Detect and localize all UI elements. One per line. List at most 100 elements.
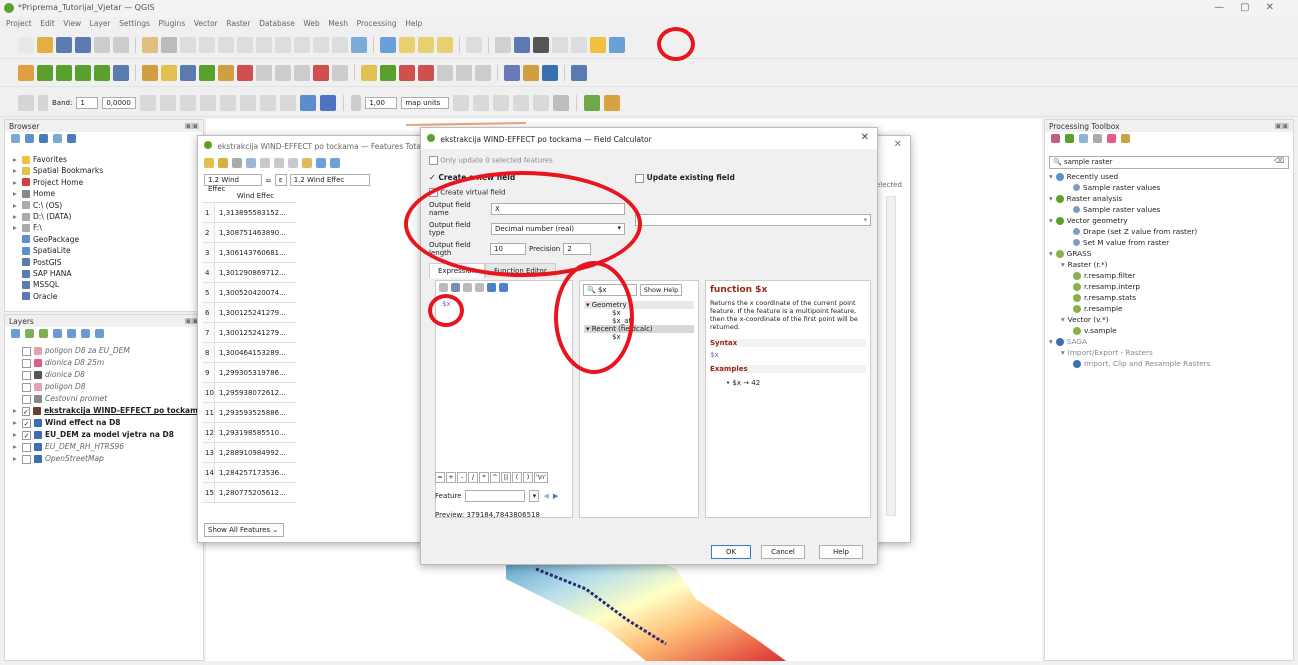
export-icon[interactable] [499, 283, 508, 292]
models-icon[interactable] [1051, 134, 1060, 143]
ruler-icon[interactable] [571, 37, 587, 53]
zoom-full-icon[interactable] [218, 37, 234, 53]
collapse-all-icon[interactable] [81, 329, 90, 338]
cancel-button[interactable]: Cancel [761, 545, 805, 559]
toolbox-item[interactable]: Sample raster values [1049, 182, 1293, 193]
toolbox-search-input[interactable]: 🔍 sample raster ⌫ [1049, 156, 1289, 169]
only-selected-checkbox[interactable] [429, 156, 438, 165]
layer-item[interactable]: poligon D8 [5, 381, 203, 393]
operator-button[interactable]: * [479, 472, 489, 483]
save-project-icon[interactable] [56, 37, 72, 53]
row-value[interactable]: 1,306143760681... [215, 243, 286, 262]
update-existing-checkbox[interactable] [635, 173, 644, 183]
row-value[interactable]: 1,313895583152... [215, 203, 286, 222]
expand-arrow-icon[interactable]: ▸ [13, 405, 19, 416]
expand-arrow-icon[interactable]: ▾ [1061, 259, 1065, 270]
save-as-icon[interactable] [75, 37, 91, 53]
function-search-input[interactable]: 🔍 $x [583, 284, 637, 296]
show-help-button[interactable]: Show Help [640, 284, 682, 296]
expand-all-icon[interactable] [67, 329, 76, 338]
open-project-icon[interactable] [37, 37, 53, 53]
reload-icon[interactable] [246, 158, 256, 168]
table-row[interactable]: 5 1,300520420074... [202, 283, 296, 303]
toolbox-item[interactable]: ▾ Raster analysis [1049, 193, 1293, 204]
show-bookmarks-icon[interactable] [332, 37, 348, 53]
menu-database[interactable]: Database [259, 19, 295, 28]
existing-field-select[interactable]: ▾ [635, 214, 871, 226]
create-new-checkbox[interactable]: ✓ [429, 173, 436, 182]
tab-function-editor[interactable]: Function Editor [485, 263, 556, 278]
expand-arrow-icon[interactable]: ▸ [13, 200, 19, 211]
layer-visibility-checkbox[interactable] [22, 454, 31, 464]
annotation-icon[interactable] [504, 65, 520, 81]
search-tool-icon[interactable] [609, 37, 625, 53]
add-mesh-icon[interactable] [75, 65, 91, 81]
layer-item[interactable]: ▸ ✓ Wind effect na D8 [5, 417, 203, 429]
statistics-icon[interactable] [514, 37, 530, 53]
tree-group-recent[interactable]: ▾ Recent (fieldcalc) [584, 325, 694, 333]
row-value[interactable]: 1,299305319786... [215, 363, 286, 382]
current-edits-icon[interactable] [142, 65, 158, 81]
layer-item[interactable]: ▸ EU_DEM_RH_HTRS96 [5, 441, 203, 453]
select-expression-icon[interactable] [302, 158, 312, 168]
offset-icon[interactable] [240, 95, 257, 111]
table-row[interactable]: 15 1,280775205612... [202, 483, 296, 503]
field-calculator-close-icon[interactable]: ✕ [861, 132, 869, 143]
cut-icon[interactable] [288, 158, 298, 168]
only-selected-row[interactable]: Only update 0 selected features [429, 156, 553, 165]
digitize-icon[interactable] [199, 65, 215, 81]
feature-select[interactable] [465, 490, 526, 502]
window-controls[interactable]: —▢✕ [1214, 2, 1290, 13]
selection-icon[interactable] [437, 37, 453, 53]
table-row[interactable]: 13 1,288910984992... [202, 443, 296, 463]
scale-icon[interactable] [220, 95, 237, 111]
collapse-icon[interactable] [53, 134, 62, 143]
toolbox-item[interactable]: ▾ Raster (r.*) [1049, 259, 1293, 270]
help-contents-icon[interactable] [571, 65, 587, 81]
add-feature-icon[interactable] [260, 158, 270, 168]
manage-map-themes-icon[interactable] [39, 329, 48, 338]
layer-visibility-checkbox[interactable] [22, 442, 31, 452]
simplify-icon[interactable] [260, 95, 277, 111]
toolbox-item[interactable]: ▾ Vector geometry [1049, 215, 1293, 226]
browser-item[interactable]: ▸ Spatial Bookmarks [5, 165, 203, 176]
units-select[interactable]: map units [401, 97, 450, 109]
add-selected-icon[interactable] [11, 134, 20, 143]
snap-vertex-icon[interactable] [473, 95, 490, 111]
browser-item[interactable]: ▸ C:\ (OS) [5, 200, 203, 211]
tree-group-geometry[interactable]: ▾ Geometry [584, 301, 694, 309]
print-layout-icon[interactable] [94, 37, 110, 53]
edit-features-icon[interactable] [1107, 134, 1116, 143]
layer-visibility-checkbox[interactable] [22, 358, 31, 368]
table-row[interactable]: 2 1,308751463890... [202, 223, 296, 243]
layer-visibility-checkbox[interactable]: ✓ [22, 430, 31, 440]
move-icon[interactable] [200, 95, 217, 111]
filter-icon[interactable] [39, 134, 48, 143]
zoom-in-icon[interactable] [180, 37, 196, 53]
table-row[interactable]: 8 1,300464153289... [202, 343, 296, 363]
browser-item[interactable]: ▸ Favorites [5, 154, 203, 165]
help-button[interactable]: Help [819, 545, 863, 559]
menu-plugins[interactable]: Plugins [158, 19, 185, 28]
expand-arrow-icon[interactable]: ▸ [13, 188, 19, 199]
table-row[interactable]: 7 1,300125241279... [202, 323, 296, 343]
snap-area-icon[interactable] [513, 95, 530, 111]
operator-button[interactable]: ) [523, 472, 533, 483]
expand-arrow-icon[interactable]: ▾ [1049, 215, 1053, 226]
expand-arrow-icon[interactable]: ▾ [1049, 193, 1053, 204]
expression-epsilon-button[interactable]: ε [274, 174, 287, 186]
row-value[interactable]: 1,300520420074... [215, 283, 286, 302]
browser-item[interactable]: MSSQL [5, 279, 203, 290]
zoom-layer-icon[interactable] [237, 37, 253, 53]
layer-visibility-checkbox[interactable] [22, 370, 31, 380]
field-select[interactable]: 1.2 Wind Effec [204, 174, 262, 193]
menu-edit[interactable]: Edit [40, 19, 55, 28]
cut-features-icon[interactable] [256, 65, 272, 81]
rotate-icon[interactable] [180, 95, 197, 111]
delete-feature-icon[interactable] [274, 158, 284, 168]
menu-raster[interactable]: Raster [226, 19, 250, 28]
band-arrow-icon[interactable] [38, 95, 48, 111]
expand-arrow-icon[interactable]: ▾ [1049, 248, 1053, 259]
toggle-editing-icon[interactable] [161, 65, 177, 81]
delete-selected-icon[interactable] [237, 65, 253, 81]
